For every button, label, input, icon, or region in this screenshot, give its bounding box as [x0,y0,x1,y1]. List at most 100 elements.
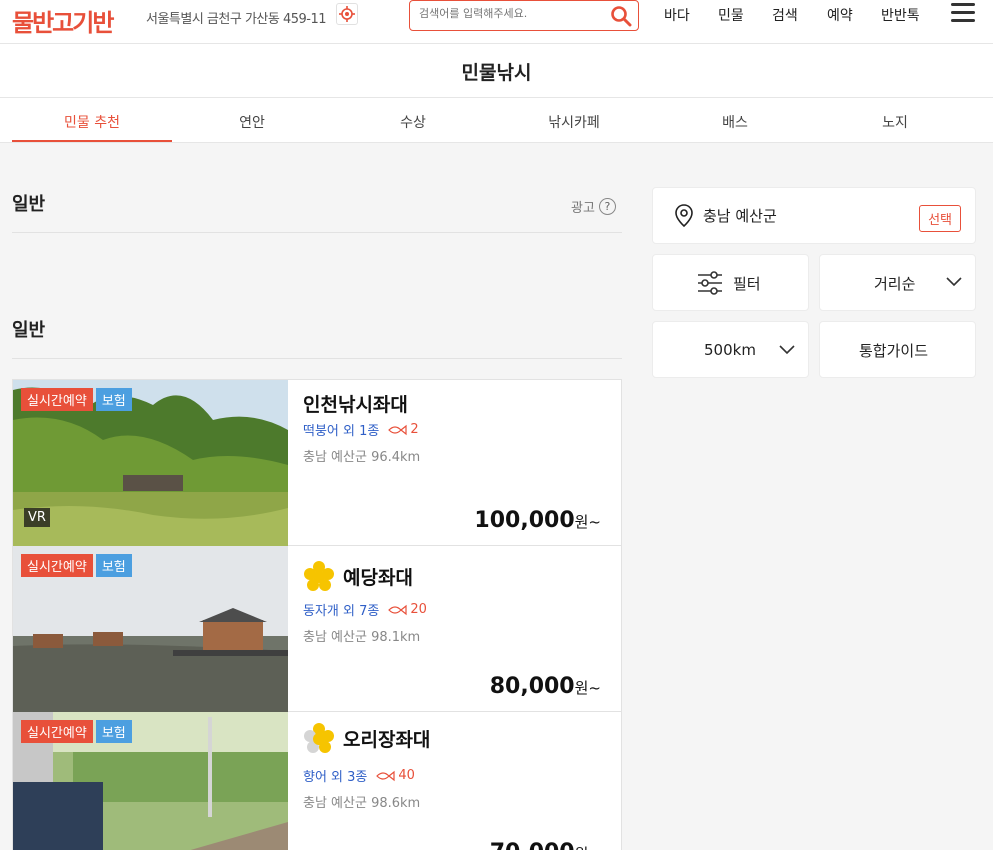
fish-icon [388,424,407,435]
listing-location: 충남 예산군 98.1km [303,630,421,645]
listing-name-text: 인천낚시좌대 [303,394,408,416]
nav-banbantalk[interactable]: 반반톡 [881,5,920,25]
region-select-button[interactable]: 선택 [919,205,961,232]
listing-photo[interactable]: 실시간예약 보험 [13,712,288,850]
integrated-guide-button[interactable]: 통합가이드 [819,321,976,378]
catch-count-value: 2 [410,422,419,437]
listing-name-text: 예당좌대 [343,566,413,589]
nav-freshwater[interactable]: 민물 [718,5,744,25]
insurance-badge: 보험 [95,554,132,577]
catch-count: 2 [387,422,419,437]
filter-sliders-icon [698,271,722,295]
award-star-icon [304,723,334,753]
distance-dropdown[interactable]: 500km [652,321,809,378]
nav-reservation[interactable]: 예약 [827,5,853,25]
top-header: 물반고기반 서울특별시 금천구 가산동 459-11 바다 민물 검색 예약 반… [0,0,993,44]
catch-count: 40 [375,768,415,783]
catch-count-value: 40 [398,768,415,783]
nav-sea[interactable]: 바다 [664,5,690,25]
distance-label: 500km [704,341,756,359]
price-value: 80,000 [489,674,575,699]
price-value: 70,000 [490,840,575,850]
insurance-badge: 보험 [95,388,132,411]
listing-name: 오리장좌대 [303,722,430,754]
insurance-badge: 보험 [95,720,132,743]
catch-count-value: 20 [410,602,427,617]
listing-name: 인천낚시좌대 [303,390,408,417]
listing-card[interactable]: 실시간예약 보험 VR 인천낚시좌대 떡붕어 외 1종 2 충남 예산군 96.… [13,380,621,546]
search-input[interactable] [419,7,604,20]
sort-dropdown[interactable]: 거리순 [819,254,976,311]
chevron-down-icon [779,345,795,355]
region-selector[interactable]: 충남 예산군 선택 [652,187,976,244]
badge-group: 실시간예약 보험 [21,720,132,743]
listing-info: 예당좌대 동자개 외 7종 20 충남 예산군 98.1km 80,000원~ [303,546,621,712]
listing-photo[interactable]: 실시간예약 보험 [13,546,288,712]
hamburger-menu-icon[interactable] [951,3,975,25]
species-info: 떡붕어 외 1종 2 [303,420,419,439]
species-text: 향어 외 3종 [303,770,368,785]
listing-info: 오리장좌대 향어 외 3종 40 충남 예산군 98.6km 70,000원~ [303,712,621,850]
ad-text: 광고 [571,201,595,216]
realtime-reservation-badge: 실시간예약 [21,388,93,411]
search-box [409,0,639,31]
divider [12,232,622,233]
fish-icon [388,604,407,615]
realtime-reservation-badge: 실시간예약 [21,554,93,577]
fish-icon [376,770,395,781]
listing-price: 70,000원~ [490,840,601,850]
species-info: 향어 외 3종 40 [303,766,415,785]
vr-badge[interactable]: VR [24,508,50,527]
nav-search[interactable]: 검색 [772,5,798,25]
filter-button[interactable]: 필터 [652,254,809,311]
tab-recommend[interactable]: 민물 추천 [12,112,172,132]
badge-group: 실시간예약 보험 [21,388,132,411]
section-title-general-2: 일반 [12,320,46,341]
price-unit: 원~ [575,845,601,850]
filter-label: 필터 [733,275,761,293]
listing-list: 실시간예약 보험 VR 인천낚시좌대 떡붕어 외 1종 2 충남 예산군 96.… [12,379,622,850]
tab-floating[interactable]: 수상 [333,112,493,132]
section-title-general: 일반 [12,194,46,215]
price-unit: 원~ [574,679,601,697]
price-value: 100,000 [474,508,575,533]
species-text: 떡붕어 외 1종 [303,424,380,439]
price-unit: 원~ [574,513,601,531]
listing-location: 충남 예산군 98.6km [303,796,421,811]
tab-open-field[interactable]: 노지 [815,112,975,132]
site-logo[interactable]: 물반고기반 [12,3,114,38]
search-button[interactable] [610,5,632,27]
gps-target-icon [339,6,355,22]
search-icon [611,6,632,27]
tab-shore[interactable]: 연안 [172,112,332,132]
listing-photo[interactable]: 실시간예약 보험 VR [13,380,288,546]
location-button[interactable] [336,3,358,25]
divider [12,358,622,359]
listing-name: 예당좌대 [303,560,413,592]
tab-fishing-cafe[interactable]: 낚시카페 [494,112,654,132]
sort-label: 거리순 [874,275,916,293]
listing-info: 인천낚시좌대 떡붕어 외 1종 2 충남 예산군 96.4km 100,000원… [303,380,621,546]
award-star-icon [304,561,334,591]
page-title-bar: 민물낚시 [0,44,993,98]
chevron-down-icon [946,277,962,287]
listing-card[interactable]: 실시간예약 보험 예당좌대 동자개 외 7종 20 충남 예산군 98.1km [13,546,621,712]
listing-location: 충남 예산군 96.4km [303,450,421,465]
guide-label: 통합가이드 [859,342,929,360]
catch-count: 20 [387,602,427,617]
species-info: 동자개 외 7종 20 [303,600,427,619]
region-text: 충남 예산군 [703,207,777,225]
page-title: 민물낚시 [461,62,532,84]
realtime-reservation-badge: 실시간예약 [21,720,93,743]
species-text: 동자개 외 7종 [303,604,380,619]
help-icon[interactable]: ? [598,198,616,215]
tab-bass[interactable]: 배스 [655,112,815,132]
active-tab-indicator [12,140,172,142]
listing-price: 80,000원~ [490,674,601,699]
ad-label[interactable]: 광고 ? [571,197,616,216]
listing-price: 100,000원~ [474,508,601,533]
map-pin-icon [675,204,693,228]
listing-name-text: 오리장좌대 [343,728,431,751]
listing-card[interactable]: 실시간예약 보험 오리장좌대 향어 외 3종 40 충남 예산군 98.6km [13,712,621,850]
badge-group: 실시간예약 보험 [21,554,132,577]
